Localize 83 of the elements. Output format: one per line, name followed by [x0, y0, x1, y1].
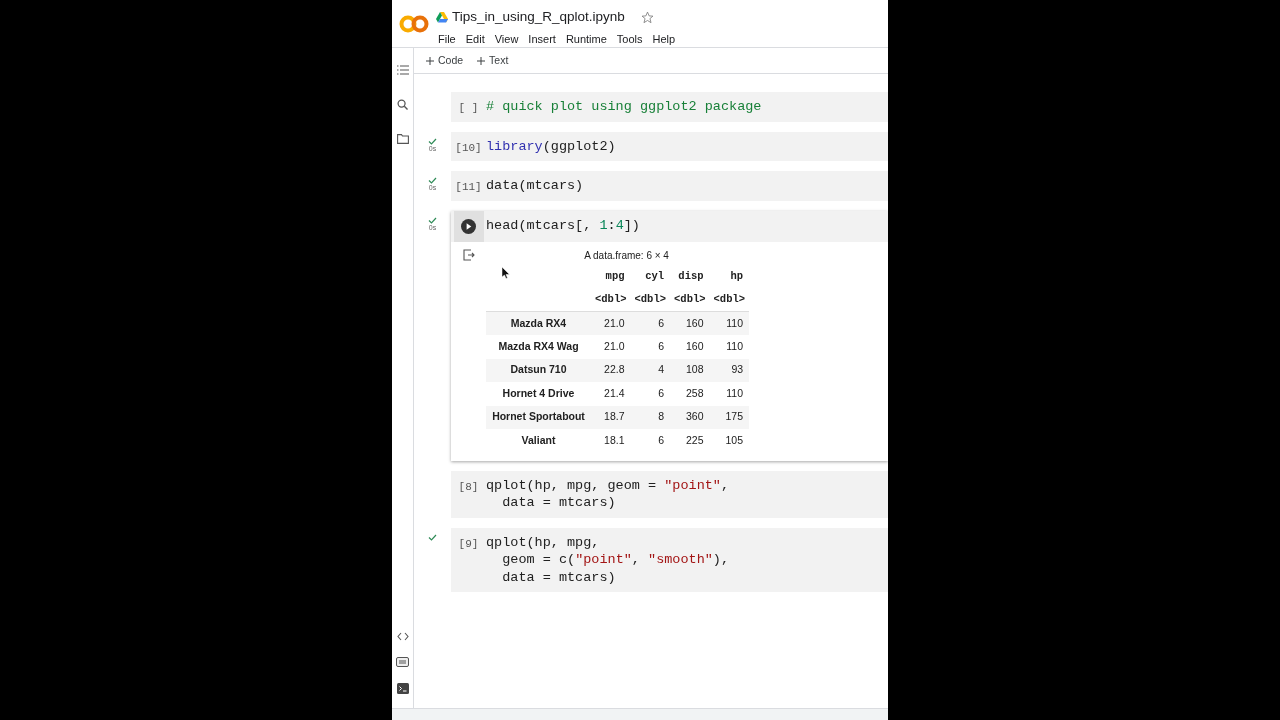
- code-cell[interactable]: [11] data(mtcars): [451, 171, 888, 201]
- code-line: data(mtcars): [486, 177, 584, 195]
- execution-count: [10]: [455, 140, 482, 156]
- terminal-icon[interactable]: [396, 683, 409, 694]
- column-header: mpg: [604, 269, 626, 285]
- menu-item[interactable]: Edit: [465, 31, 485, 48]
- code-line: data = mtcars): [501, 494, 617, 512]
- table-cell: 160: [670, 335, 710, 359]
- table-cell: 175: [709, 405, 750, 429]
- table-cell: 110: [709, 335, 750, 359]
- table-cell: 6: [630, 335, 671, 359]
- table-cell: 4: [630, 358, 671, 382]
- code-cell[interactable]: [8] qplot(hp, mpg, geom = "point", data = mtcars): [451, 470, 888, 518]
- cursor-icon: [502, 266, 510, 279]
- table-cell: 93: [709, 358, 750, 382]
- execution-count: [9]: [458, 536, 479, 552]
- execution-count: [11]: [455, 180, 482, 195]
- table-cell: 18.7: [591, 405, 631, 429]
- menu-item[interactable]: File: [438, 31, 456, 48]
- menu-item[interactable]: Insert: [528, 31, 556, 48]
- code-cell[interactable]: head(mtcars[, 1:4]): [451, 210, 888, 242]
- column-type: <dbl>: [670, 288, 710, 312]
- table-cell: 6: [630, 311, 671, 335]
- table-cell: 21.4: [591, 382, 631, 406]
- star-icon[interactable]: [640, 10, 654, 24]
- notebook-title[interactable]: Tips_in_using_R_qplot.ipynb: [452, 7, 625, 28]
- table-cell: 22.8: [591, 358, 631, 382]
- menu-item[interactable]: Tools: [616, 31, 643, 48]
- run-button[interactable]: [453, 210, 484, 242]
- table-cell: 110: [709, 311, 750, 335]
- code-line: head(mtcars[, 1:4]): [486, 216, 640, 234]
- drive-icon: [436, 11, 448, 23]
- menu-item[interactable]: Runtime: [565, 31, 607, 48]
- code-cell[interactable]: [ ] # quick plot using ggplot2 package: [451, 92, 888, 122]
- execution-count: [ ]: [458, 101, 479, 116]
- table-cell: 258: [670, 382, 710, 406]
- table-cell: 108: [670, 358, 710, 382]
- folder-icon[interactable]: [396, 134, 409, 144]
- play-icon: [461, 218, 476, 234]
- code-cell[interactable]: [9] qplot(hp, mpg, geom = c("point", "smooth"), data = mtcars): [451, 527, 888, 592]
- menu-item[interactable]: View: [494, 31, 519, 48]
- table-cell: 18.1: [591, 429, 631, 453]
- code-cell[interactable]: [10] library(ggplot2): [451, 131, 888, 161]
- column-type: <dbl>: [591, 288, 631, 312]
- plus-icon: [477, 56, 486, 65]
- code-line: geom = c("point", "smooth"),: [501, 551, 730, 569]
- column-type: <dbl>: [630, 288, 671, 312]
- search-icon[interactable]: [397, 99, 408, 110]
- code-line: qplot(hp, mpg,: [486, 533, 601, 551]
- table-cell: 110: [709, 382, 750, 406]
- table-cell: 225: [670, 429, 710, 453]
- column-header: hp: [729, 269, 745, 285]
- code-line: qplot(hp, mpg, geom = "point",: [486, 476, 730, 494]
- table-cell: 21.0: [591, 335, 631, 359]
- table-cell: 6: [630, 382, 671, 406]
- table-cell: 8: [630, 405, 671, 429]
- output-icon[interactable]: [462, 248, 475, 261]
- column-type: <dbl>: [709, 288, 750, 312]
- code-line: data = mtcars): [501, 568, 617, 586]
- table-cell: 160: [670, 311, 710, 335]
- menu-item[interactable]: Help: [652, 31, 676, 48]
- command-palette-icon[interactable]: [396, 657, 409, 667]
- row-name: Mazda RX4 Wag: [486, 335, 591, 359]
- row-name: Hornet 4 Drive: [486, 382, 591, 406]
- logo-icon[interactable]: [399, 14, 429, 33]
- code-line: # quick plot using ggplot2 package: [486, 98, 762, 116]
- code-icon[interactable]: [396, 632, 409, 641]
- plus-icon: [426, 56, 434, 65]
- row-name: Mazda RX4: [486, 311, 591, 335]
- table-caption: A data.frame: 6 × 4: [583, 248, 670, 263]
- column-header: cyl: [644, 269, 666, 285]
- row-name: Hornet Sportabout: [486, 405, 591, 429]
- row-name: Datsun 710: [486, 358, 591, 382]
- table-cell: 21.0: [591, 311, 631, 335]
- execution-count: [8]: [458, 479, 479, 495]
- table-cell: 360: [670, 405, 710, 429]
- table-cell: 105: [709, 429, 750, 453]
- add-cell-button[interactable]: Code: [426, 52, 464, 69]
- table-cell: 6: [630, 429, 671, 453]
- column-header: disp: [677, 269, 705, 285]
- add-cell-button[interactable]: Text: [477, 52, 509, 69]
- code-line: library(ggplot2): [486, 137, 616, 155]
- row-name: Valiant: [486, 429, 591, 453]
